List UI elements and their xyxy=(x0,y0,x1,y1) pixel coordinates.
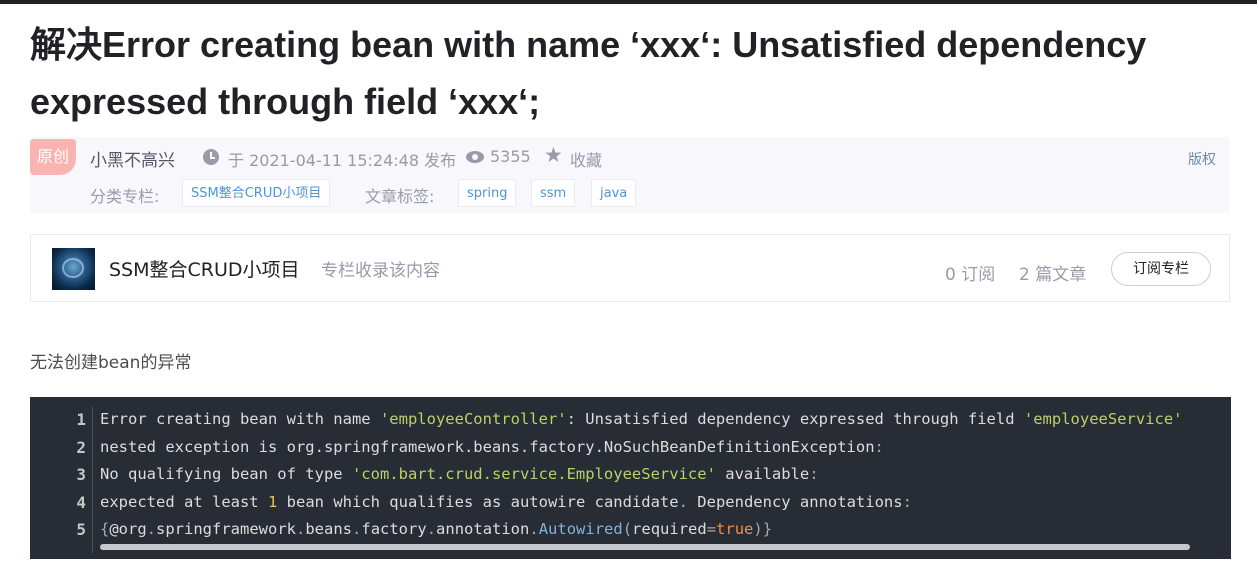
code-text: beans xyxy=(305,520,353,538)
clock-icon xyxy=(203,149,219,165)
code-text: @org xyxy=(109,520,147,538)
column-article-count: 2 篇文章 xyxy=(1019,265,1087,285)
line-number: 1 xyxy=(76,410,86,429)
code-punctuation: : xyxy=(874,437,884,456)
code-punctuation: = xyxy=(706,520,717,538)
column-card: SSM整合CRUD小项目 专栏收录该内容 0 订阅 2 篇文章 订阅专栏 xyxy=(30,234,1230,302)
category-tag[interactable]: SSM整合CRUD小项目 xyxy=(182,179,331,207)
code-line: expected at least 1 bean which qualifies… xyxy=(100,489,1225,517)
code-punctuation: . xyxy=(426,520,437,538)
horizontal-scrollbar[interactable] xyxy=(100,544,1190,550)
column-subscriber-count: 0 订阅 xyxy=(945,265,996,285)
code-punctuation: . xyxy=(529,520,539,538)
code-text: expected at least xyxy=(100,492,268,511)
code-punctuation: ( xyxy=(622,520,633,538)
code-text: factory xyxy=(361,520,427,538)
category-label: 分类专栏: xyxy=(90,187,160,206)
top-divider xyxy=(0,0,1257,4)
star-icon[interactable]: ★ xyxy=(544,143,563,167)
body-paragraph: 无法创建bean的异常 xyxy=(30,353,192,373)
code-punctuation: . xyxy=(296,520,306,538)
code-text: available xyxy=(715,465,810,483)
tag-spring[interactable]: spring xyxy=(458,179,517,207)
line-number: 4 xyxy=(76,492,86,512)
subscribe-column-button[interactable]: 订阅专栏 xyxy=(1111,252,1211,286)
tag-ssm[interactable]: ssm xyxy=(531,179,576,207)
line-number: 5 xyxy=(76,520,86,539)
code-keyword: true xyxy=(716,520,754,538)
code-line: nested exception is org.springframework.… xyxy=(100,434,1225,462)
code-punctuation: )} xyxy=(753,520,773,538)
code-block: 1 2 3 4 5 Error creating bean with name … xyxy=(30,397,1231,559)
column-avatar[interactable] xyxy=(52,248,95,290)
code-punctuation: . xyxy=(146,520,157,538)
code-text: nested exception is org.springframework.… xyxy=(100,437,875,456)
code-string: 'employeeService' xyxy=(1023,410,1183,428)
code-text: bean which qualifies as autowire candida… xyxy=(277,492,679,511)
gutter-divider xyxy=(92,407,93,553)
collect-button[interactable]: 收藏 xyxy=(570,147,602,171)
code-lines: Error creating bean with name 'employeeC… xyxy=(100,406,1225,544)
code-number: 1 xyxy=(267,492,278,511)
code-line: No qualifying bean of type 'com.bart.cru… xyxy=(100,461,1225,489)
code-punctuation: : xyxy=(809,465,819,483)
author-link[interactable]: 小黑不高兴 xyxy=(90,146,175,171)
code-punctuation: { xyxy=(100,520,110,538)
line-number: 2 xyxy=(76,437,86,457)
publish-date: 于 2021-04-11 15:24:48 发布 xyxy=(228,151,457,170)
code-string: 'employeeController' xyxy=(379,410,567,428)
view-count: 5355 xyxy=(490,147,531,166)
tags-label: 文章标签: xyxy=(365,187,435,206)
code-string: 'com.bart.crud.service.EmployeeService' xyxy=(351,465,716,483)
article-title: 解决Error creating bean with name ‘xxx‘: U… xyxy=(30,24,1147,122)
code-punctuation: : xyxy=(902,492,912,511)
code-text: Dependency annotations xyxy=(687,492,903,511)
code-annotation: Autowired xyxy=(538,520,623,538)
eye-icon xyxy=(466,151,484,163)
line-number: 3 xyxy=(76,465,86,484)
code-text: required xyxy=(632,520,707,538)
code-punctuation: . xyxy=(352,520,362,538)
code-text: annotation xyxy=(436,520,530,538)
code-line: Error creating bean with name 'employeeC… xyxy=(100,406,1225,434)
code-line: {@org.springframework.beans.factory.anno… xyxy=(100,516,1225,544)
article-meta-bar: 原创 小黑不高兴 于 2021-04-11 15:24:48 发布 5355 ★… xyxy=(30,137,1230,213)
line-number-gutter: 1 2 3 4 5 xyxy=(30,406,86,544)
code-punctuation: . xyxy=(678,492,688,511)
code-text: No qualifying bean of type xyxy=(100,465,352,483)
original-badge: 原创 xyxy=(30,139,76,175)
column-name[interactable]: SSM整合CRUD小项目 xyxy=(109,255,300,282)
tag-java[interactable]: java xyxy=(591,179,637,207)
code-text: : Unsatisfied dependency expressed throu… xyxy=(566,410,1024,428)
code-text: springframework xyxy=(156,520,296,538)
code-text: Error creating bean with name xyxy=(100,410,380,428)
copyright-link[interactable]: 版权 xyxy=(1188,149,1216,169)
column-description: 专栏收录该内容 xyxy=(321,261,440,281)
